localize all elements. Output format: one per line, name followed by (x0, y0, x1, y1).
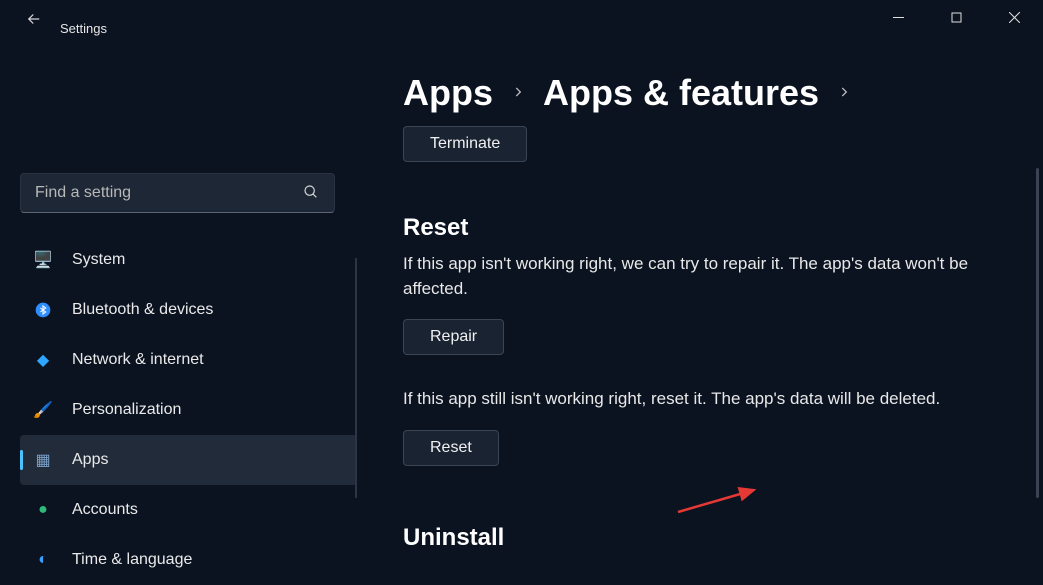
sidebar-item-bluetooth-devices[interactable]: Bluetooth & devices (20, 285, 355, 335)
close-button[interactable] (985, 0, 1043, 34)
sidebar-item-label: System (72, 251, 125, 269)
system-icon: 🖥️ (32, 249, 54, 271)
back-button[interactable] (22, 7, 46, 31)
breadcrumb: Apps Apps & features (403, 72, 1019, 114)
sidebar-item-label: Network & internet (72, 351, 204, 369)
apps-icon: ▦ (32, 449, 54, 471)
reset-heading: Reset (403, 214, 1003, 242)
bluetooth-icon (32, 299, 54, 321)
breadcrumb-level-1[interactable]: Apps (403, 72, 493, 114)
sidebar-item-system[interactable]: 🖥️ System (20, 235, 355, 285)
chevron-right-icon (511, 82, 525, 105)
sidebar-item-label: Accounts (72, 501, 138, 519)
sidebar: 🖥️ System Bluetooth & devices ◆ Network & in… (0, 38, 355, 582)
sidebar-item-apps[interactable]: ▦ Apps (20, 435, 355, 485)
sidebar-item-personalization[interactable]: 🖌️ Personalization (20, 385, 355, 435)
sidebar-item-label: Apps (72, 451, 108, 469)
terminate-button[interactable]: Terminate (403, 126, 527, 162)
window-controls (869, 0, 1043, 34)
network-icon: ◆ (32, 349, 54, 371)
scrollbar[interactable] (1036, 168, 1039, 498)
sidebar-item-label: Bluetooth & devices (72, 301, 213, 319)
sidebar-item-network-internet[interactable]: ◆ Network & internet (20, 335, 355, 385)
reset-description: If this app still isn't working right, r… (403, 387, 1003, 412)
time-icon: ◐ (32, 549, 54, 571)
maximize-button[interactable] (927, 0, 985, 34)
accounts-icon: ● (32, 499, 54, 521)
sidebar-item-time-language[interactable]: ◐ Time & language (20, 535, 355, 585)
content-area: Apps Apps & features Terminate Reset If … (355, 38, 1043, 582)
search-input[interactable] (20, 173, 335, 213)
search-icon (303, 184, 319, 205)
sidebar-item-accounts[interactable]: ● Accounts (20, 485, 355, 535)
uninstall-heading: Uninstall (403, 524, 1003, 552)
personalization-icon: 🖌️ (32, 399, 54, 421)
chevron-right-icon (837, 82, 851, 105)
minimize-button[interactable] (869, 0, 927, 34)
sidebar-item-label: Personalization (72, 401, 181, 419)
reset-button[interactable]: Reset (403, 430, 499, 466)
repair-button[interactable]: Repair (403, 319, 504, 355)
nav-list: 🖥️ System Bluetooth & devices ◆ Network & in… (0, 235, 355, 585)
sidebar-item-label: Time & language (72, 551, 192, 569)
app-title: Settings (60, 3, 107, 36)
repair-description: If this app isn't working right, we can … (403, 252, 1003, 301)
breadcrumb-level-2[interactable]: Apps & features (543, 72, 819, 114)
